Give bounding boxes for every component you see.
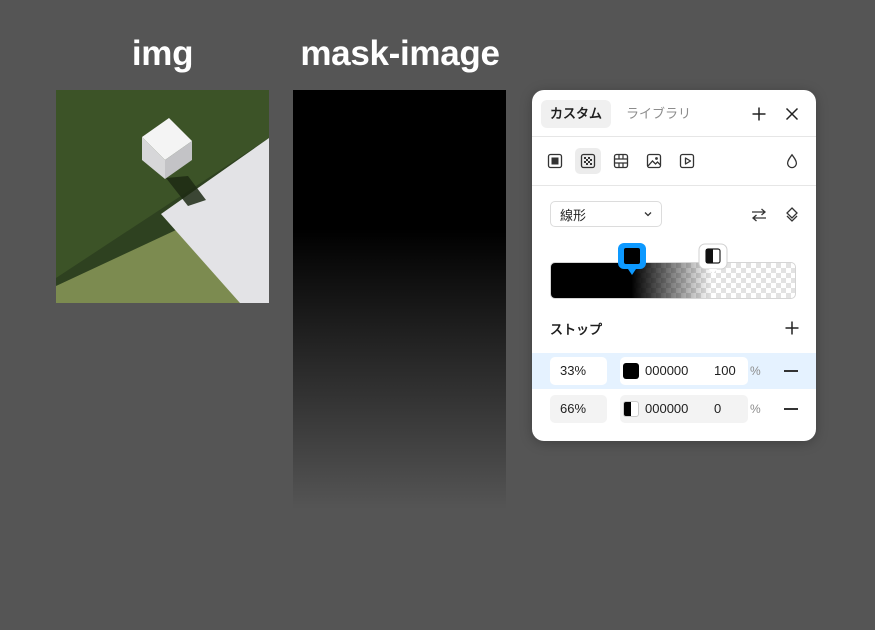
- stop-position-input[interactable]: 66%: [550, 395, 607, 423]
- gradient-fill-icon[interactable]: [575, 148, 601, 174]
- gradient-bar[interactable]: [550, 262, 796, 299]
- chevron-down-icon: [644, 212, 652, 217]
- pattern-fill-icon[interactable]: [608, 148, 634, 174]
- gradient-stop-row[interactable]: 66% 000000 0 %: [532, 391, 816, 427]
- image-fill-icon[interactable]: [641, 148, 667, 174]
- stop-position-input[interactable]: 33%: [550, 357, 607, 385]
- divider: [532, 185, 816, 186]
- mask-image-heading: mask-image: [300, 34, 500, 73]
- stop-opacity-value: 0: [714, 401, 722, 416]
- tab-custom[interactable]: カスタム: [541, 100, 612, 128]
- close-icon[interactable]: [779, 101, 805, 127]
- solid-fill-icon[interactable]: [542, 148, 568, 174]
- remove-stop-minus-icon[interactable]: [784, 370, 798, 372]
- sample-image: [56, 90, 269, 303]
- stop-color-input[interactable]: 000000 0: [620, 395, 748, 423]
- opacity-drop-icon[interactable]: [779, 148, 805, 174]
- stop-color-input[interactable]: 000000 100: [620, 357, 748, 385]
- remove-stop-minus-icon[interactable]: [784, 408, 798, 410]
- gradient-type-value: 線形: [560, 207, 587, 223]
- color-swatch[interactable]: [623, 363, 639, 379]
- percent-unit: %: [750, 364, 761, 378]
- color-swatch[interactable]: [623, 401, 639, 417]
- gradient-stop-row[interactable]: 33% 000000 100 %: [532, 353, 816, 389]
- plus-icon[interactable]: [746, 101, 772, 127]
- rotate-icon[interactable]: [779, 202, 805, 228]
- stop-opacity-value: 100: [714, 363, 736, 378]
- divider: [532, 136, 816, 137]
- video-fill-icon[interactable]: [674, 148, 700, 174]
- add-stop-plus-icon[interactable]: [779, 315, 805, 341]
- percent-unit: %: [750, 402, 761, 416]
- fill-panel: カスタム ライブラリ 線形 ストップ 33% 000000 100 % 66% …: [532, 90, 816, 441]
- gradient-type-select[interactable]: 線形: [550, 201, 662, 227]
- mask-image-preview: [293, 90, 506, 510]
- stops-heading: ストップ: [550, 322, 603, 337]
- swap-icon[interactable]: [746, 202, 772, 228]
- stop-hex-value: 000000: [645, 363, 689, 378]
- gradient-stop-handle[interactable]: [698, 243, 728, 275]
- img-heading: img: [131, 34, 194, 73]
- gradient-stop-handle[interactable]: [617, 242, 647, 276]
- tab-library[interactable]: ライブラリ: [617, 100, 700, 128]
- stop-hex-value: 000000: [645, 401, 689, 416]
